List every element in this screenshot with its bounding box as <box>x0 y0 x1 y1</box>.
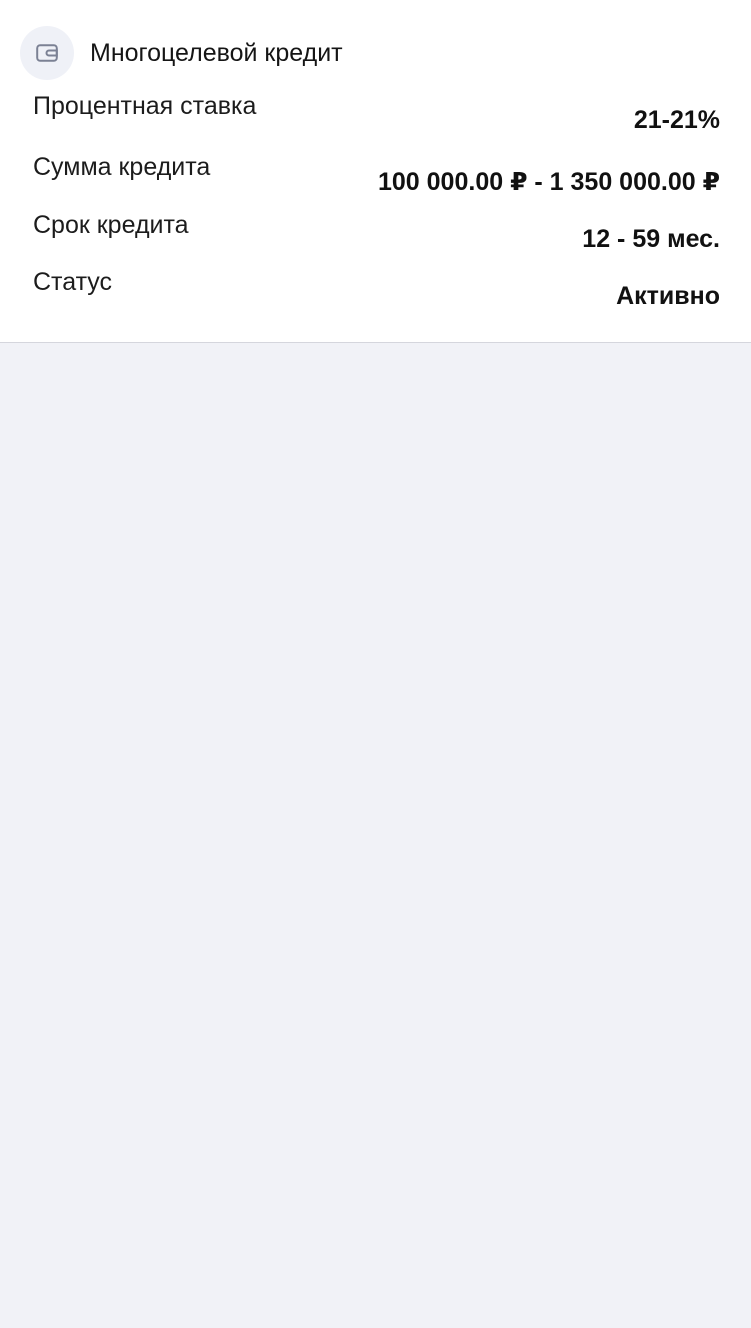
loan-amount-label: Сумма кредита <box>33 153 211 181</box>
loan-header: Многоцелевой кредит <box>20 26 343 80</box>
loan-term-value: 12 - 59 мес. <box>582 225 720 253</box>
loan-amount-value: 100 000.00 ₽ - 1 350 000.00 ₽ <box>378 168 720 196</box>
empty-background-area <box>0 343 751 1328</box>
loan-card[interactable]: Многоцелевой кредит Процентная ставка 21… <box>0 0 751 343</box>
interest-rate-label: Процентная ставка <box>33 92 257 120</box>
status-row: Статус Активно <box>33 268 720 326</box>
status-label: Статус <box>33 268 113 296</box>
loan-term-row: Срок кредита 12 - 59 мес. <box>33 211 720 269</box>
loan-term-label: Срок кредита <box>33 211 189 239</box>
wallet-icon <box>20 26 74 80</box>
interest-rate-value: 21-21% <box>633 106 720 134</box>
loan-title: Многоцелевой кредит <box>90 38 343 67</box>
interest-rate-row: Процентная ставка 21-21% <box>33 92 720 150</box>
loan-amount-row: Сумма кредита 100 000.00 ₽ - 1 350 000.0… <box>33 153 720 211</box>
status-value: Активно <box>616 282 720 310</box>
